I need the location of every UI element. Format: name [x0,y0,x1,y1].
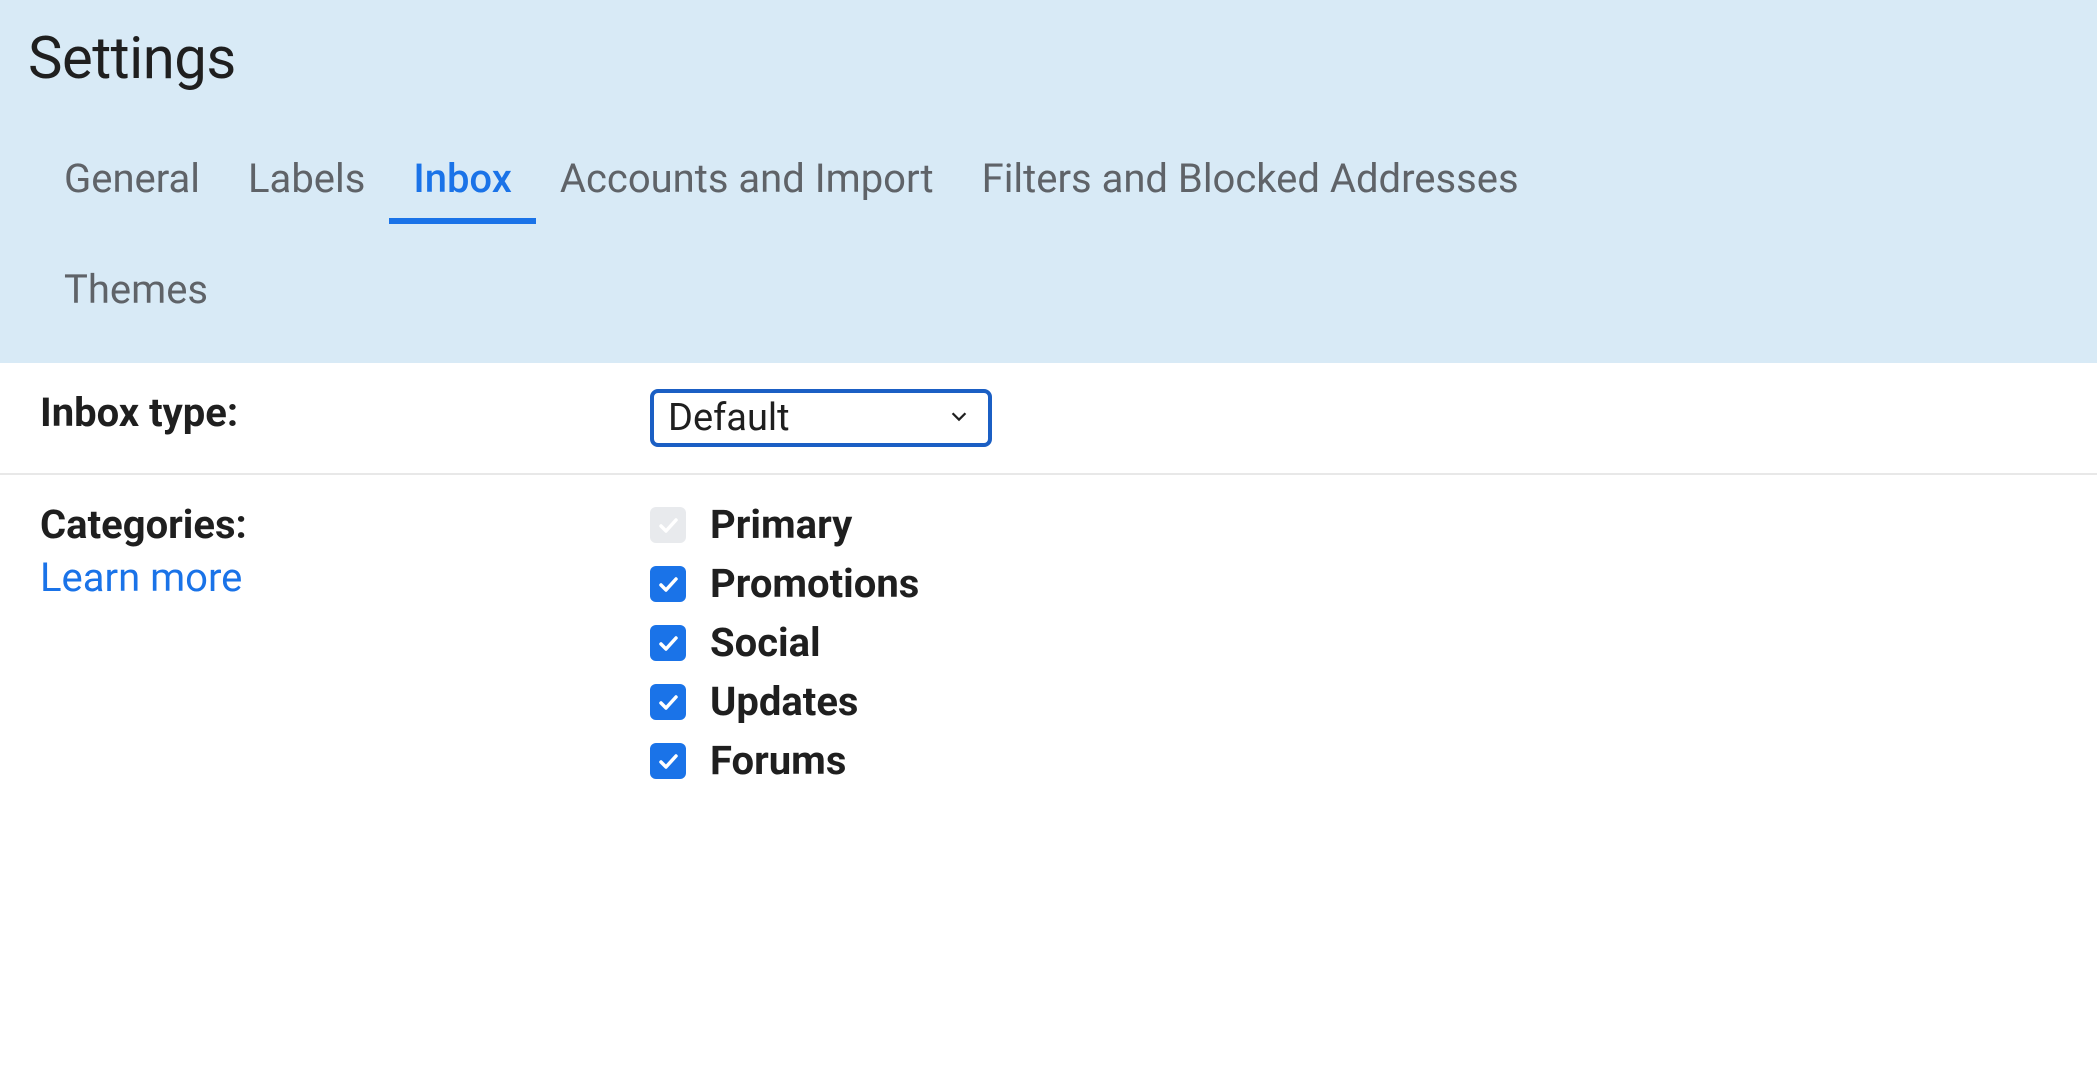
checkmark-icon [656,572,680,596]
inbox-type-selected-value: Default [668,396,790,440]
checkmark-icon [656,513,680,537]
settings-content: Inbox type: Default Categories: Learn mo… [0,363,2097,810]
setting-label-col: Inbox type: [40,389,650,436]
tab-general[interactable]: General [40,133,224,224]
category-item-forums: Forums [650,737,2057,784]
tab-themes[interactable]: Themes [40,244,232,335]
categories-label: Categories: [40,501,247,548]
checkbox-updates[interactable] [650,684,686,720]
tab-labels[interactable]: Labels [224,133,389,224]
checkmark-icon [656,690,680,714]
setting-row-categories: Categories: Learn more Primary [0,475,2097,810]
checkmark-icon [656,749,680,773]
tab-inbox[interactable]: Inbox [389,133,535,224]
checkbox-primary [650,507,686,543]
tabs-row-1: General Labels Inbox Accounts and Import… [28,133,2069,224]
tab-accounts-and-import[interactable]: Accounts and Import [536,133,958,224]
checkbox-forums[interactable] [650,743,686,779]
tab-filters-and-blocked-addresses[interactable]: Filters and Blocked Addresses [958,133,1543,224]
category-label: Updates [710,678,858,725]
checkbox-promotions[interactable] [650,566,686,602]
setting-control-col: Default [650,389,2057,447]
category-label: Social [710,619,821,666]
page-title: Settings [28,25,2069,133]
category-item-promotions: Promotions [650,560,2057,607]
setting-row-inbox-type: Inbox type: Default [0,363,2097,475]
category-item-primary: Primary [650,501,2057,548]
learn-more-link[interactable]: Learn more [40,554,650,601]
category-item-social: Social [650,619,2057,666]
setting-label-col: Categories: Learn more [40,501,650,601]
category-label: Primary [710,501,852,548]
chevron-down-icon [908,405,970,431]
category-item-updates: Updates [650,678,2057,725]
checkmark-icon [656,631,680,655]
setting-control-col: Primary Promotions [650,501,2057,784]
inbox-type-label: Inbox type: [40,389,238,436]
settings-header: Settings General Labels Inbox Accounts a… [0,0,2097,363]
category-label: Forums [710,737,846,784]
checkbox-social[interactable] [650,625,686,661]
category-label: Promotions [710,560,919,607]
categories-list: Primary Promotions [650,501,2057,784]
tabs-row-2: Themes [28,224,2069,363]
inbox-type-select[interactable]: Default [650,389,992,447]
